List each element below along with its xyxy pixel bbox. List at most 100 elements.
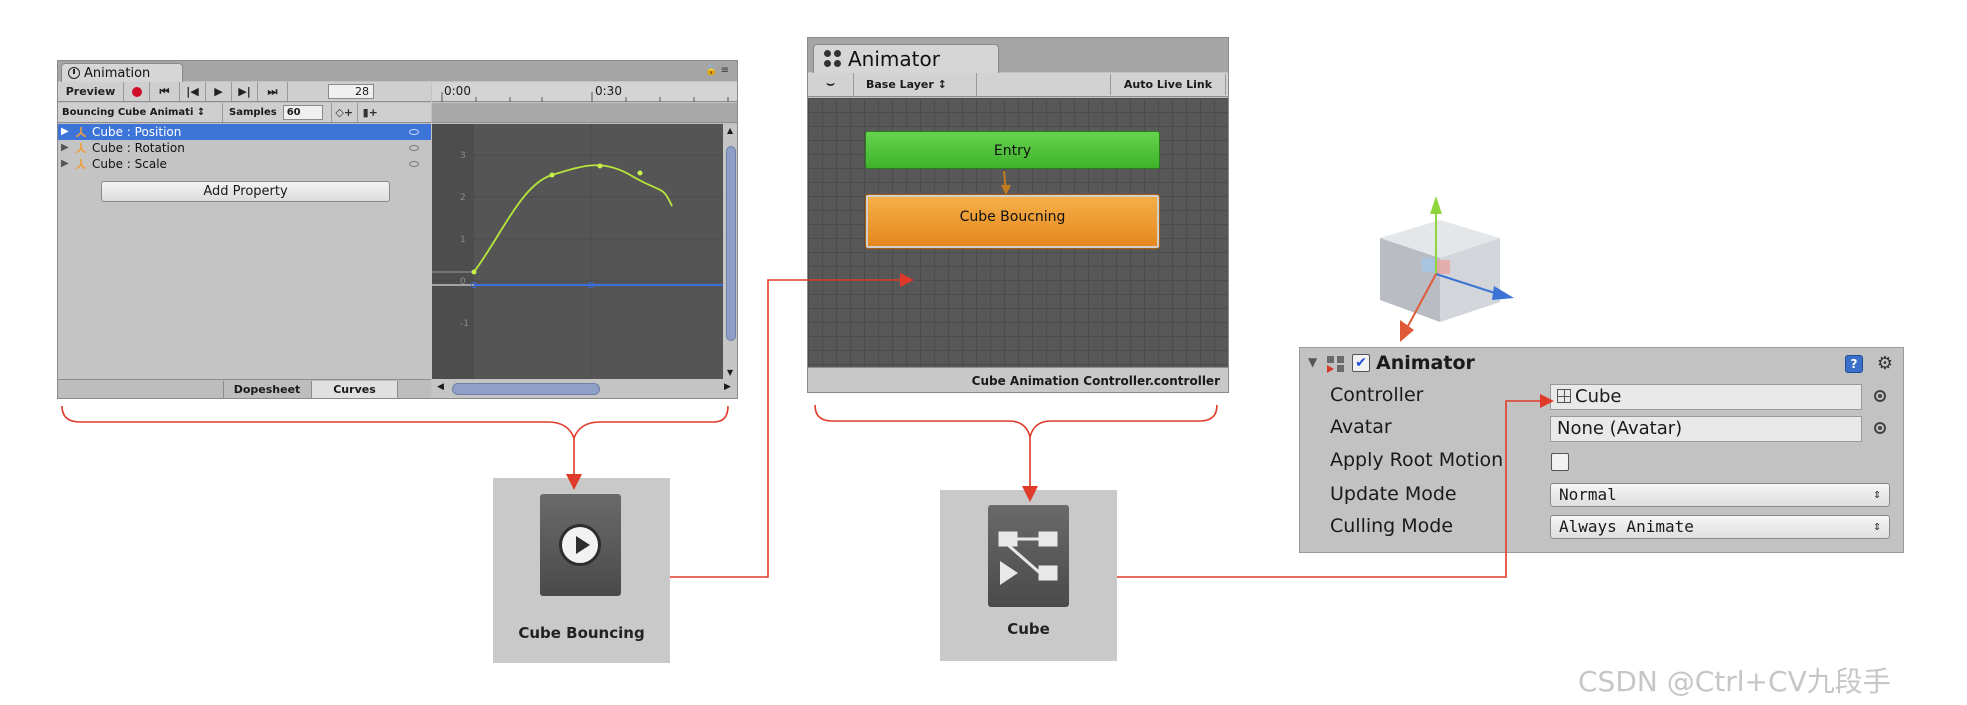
property-row-position[interactable]: ▶ Cube : Position [58,124,431,140]
component-enabled-checkbox[interactable]: ✔ [1352,354,1370,372]
clock-icon [68,67,80,79]
lock-menu-icon[interactable]: 🔒 ≡ [705,65,729,76]
timeline-ticks [441,92,729,102]
update-mode-label: Update Mode [1330,483,1457,505]
animator-component-icon [1327,356,1344,373]
horizontal-scrollbar[interactable]: ◀ ▶ [432,379,737,398]
culling-mode-label: Culling Mode [1330,515,1454,537]
scroll-thumb[interactable] [726,146,736,341]
update-mode-dropdown[interactable]: Normal ⇕ [1550,483,1890,507]
update-mode-value: Normal [1559,485,1617,504]
controller-path: Cube Animation Controller.controller [808,367,1228,392]
curve-axis-label: 3 [460,151,466,161]
controller-asset-icon [1557,389,1571,403]
first-key-button[interactable]: ⏮ [150,82,180,101]
prev-key-button[interactable]: |◀ [180,82,206,101]
timeline-ruler[interactable]: 0:00 0:30 [432,82,737,102]
cube-gizmo [1380,196,1514,342]
avatar-label: Avatar [1330,416,1392,438]
object-picker-icon[interactable] [1874,422,1886,434]
property-toggle-icon[interactable] [409,161,419,167]
play-button[interactable]: ▶ [206,82,232,101]
record-icon [131,86,142,97]
gear-icon[interactable]: ⚙ [1877,353,1893,374]
event-strip[interactable] [432,103,737,123]
tab-curves[interactable]: Curves [311,381,398,398]
property-label: Cube : Rotation [92,141,185,155]
expand-triangle-icon[interactable]: ▶ [61,156,69,172]
brace-animator [814,404,1218,438]
scroll-up-icon[interactable]: ▲ [727,126,733,135]
last-key-button[interactable]: ⏭ [258,82,288,101]
foldout-icon[interactable]: ▼ [1308,355,1317,369]
property-row-rotation[interactable]: ▶ Cube : Rotation [58,140,431,156]
property-toggle-icon[interactable] [409,129,419,135]
component-title: Animator [1376,352,1475,374]
add-keyframe-icon[interactable]: ◇+ [330,103,357,122]
root-motion-checkbox[interactable] [1551,453,1569,471]
vertical-scrollbar[interactable]: ▲ ▼ [723,124,737,379]
animation-tab-label: Animation [84,65,151,81]
eye-icon[interactable]: ⌣ [808,73,854,96]
animator-window: Animator ⌣ Base Layer ↕ Auto Live Link E… [807,37,1229,393]
next-key-button[interactable]: ▶| [232,82,258,101]
animator-tab-label: Animator [848,47,940,71]
auto-live-link-button[interactable]: Auto Live Link [1110,74,1226,95]
animation-titlebar: Animation 🔒 ≡ [58,61,737,82]
culling-mode-row: Culling Mode Always Animate ⇕ [1300,515,1903,543]
dropdown-caret-icon: ⇕ [1873,487,1881,502]
culling-mode-value: Always Animate [1559,517,1694,536]
default-state[interactable]: Cube Boucning [865,194,1160,249]
entry-state[interactable]: Entry [865,131,1160,169]
scroll-thumb[interactable] [452,383,600,395]
frame-field[interactable]: 28 [328,84,374,99]
add-event-icon[interactable]: ▮+ [356,103,383,122]
animation-clip-asset[interactable]: Cube Bouncing [493,478,670,663]
scroll-left-icon[interactable]: ◀ [437,382,444,392]
expand-triangle-icon[interactable]: ▶ [61,140,69,156]
play-icon [559,524,601,566]
layer-selector[interactable]: Base Layer ↕ [854,73,977,96]
animation-clip-icon [540,494,621,596]
record-button[interactable] [124,82,150,101]
avatar-field[interactable]: None (Avatar) [1550,416,1862,442]
transform-axis-icon [76,143,86,153]
help-book-icon[interactable]: ? [1845,355,1863,373]
dropdown-caret-icon: ⇕ [1873,519,1881,534]
animator-controller-asset[interactable]: Cube [940,490,1117,661]
property-label: Cube : Scale [92,157,167,171]
samples-field[interactable]: 60 [282,105,323,120]
component-header[interactable]: ▼ ✔ Animator ? ⚙ [1300,352,1903,377]
scroll-right-icon[interactable]: ▶ [724,382,731,392]
add-property-button[interactable]: Add Property [101,181,390,202]
controller-field[interactable]: Cube [1550,384,1862,410]
samples-label: Samples [229,107,277,118]
transform-axis-icon [76,159,86,169]
property-label: Cube : Position [92,125,182,139]
property-toggle-icon[interactable] [409,145,419,151]
object-picker-icon[interactable] [1874,390,1886,402]
avatar-row: Avatar None (Avatar) [1300,416,1903,444]
root-motion-row: Apply Root Motion [1300,449,1903,477]
property-list: ▶ Cube : Position ▶ Cube : Rotation ▶ Cu… [58,124,431,379]
root-motion-label: Apply Root Motion [1330,449,1504,471]
curve-editor[interactable]: 3 2 1 0 -1 [432,124,723,379]
curve-plot[interactable]: 3 2 1 0 -1 [432,124,723,379]
property-row-scale[interactable]: ▶ Cube : Scale [58,156,431,172]
transform-axis-icon [76,127,86,137]
clip-selector[interactable]: Bouncing Cube Animati ↕ [58,103,223,122]
state-machine-graph[interactable]: Entry Cube Boucning [808,98,1228,367]
animation-tab[interactable]: Animation [61,63,183,82]
animator-tab[interactable]: Animator [813,44,999,73]
scroll-down-icon[interactable]: ▼ [727,368,733,377]
expand-triangle-icon[interactable]: ▶ [61,124,69,140]
position-curve[interactable] [473,164,673,273]
curve-keys[interactable] [471,163,643,275]
clip-toolbar: Bouncing Cube Animati ↕ Samples 60 ◇+ ▮+ [58,103,431,123]
culling-mode-dropdown[interactable]: Always Animate ⇕ [1550,515,1890,539]
preview-button[interactable]: Preview [58,82,124,101]
asset-label: Cube [1007,620,1050,638]
animation-view-tabs: Dopesheet Curves [58,379,431,398]
controller-graph-icon [998,531,1058,585]
tab-dopesheet[interactable]: Dopesheet [223,381,310,398]
